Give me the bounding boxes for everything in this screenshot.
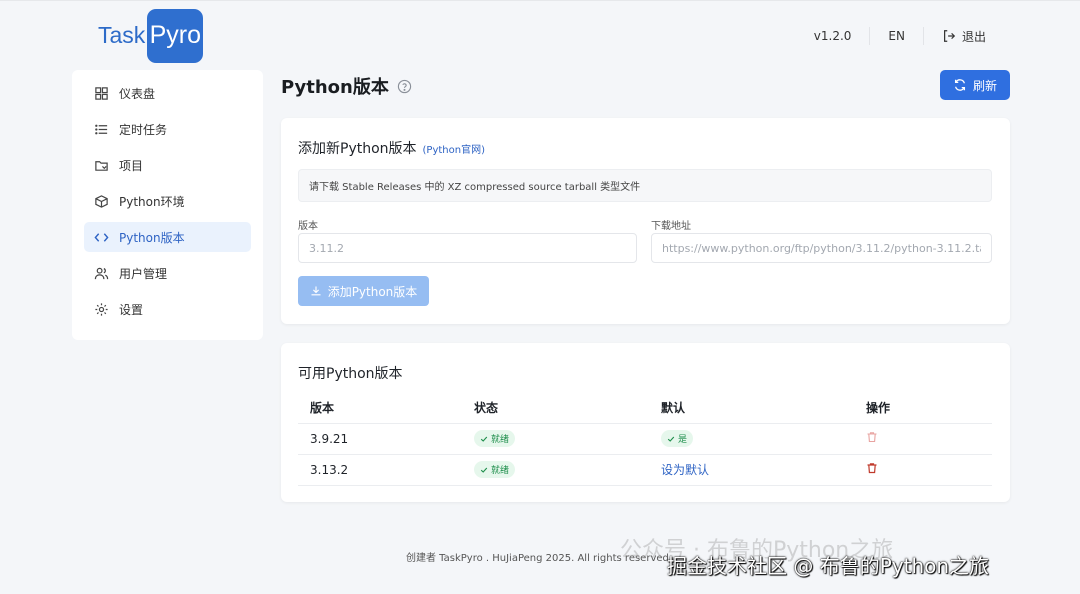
set-default-link[interactable]: 设为默认 bbox=[661, 463, 709, 477]
refresh-icon bbox=[954, 79, 966, 91]
version-cell: 3.9.21 bbox=[298, 423, 462, 455]
default-text: 是 bbox=[678, 435, 688, 445]
download-icon bbox=[311, 286, 321, 296]
app-logo[interactable]: Task Pyro bbox=[98, 8, 204, 63]
status-cell: 就绪 bbox=[462, 454, 649, 486]
status-badge: 就绪 bbox=[474, 430, 516, 447]
logout-icon bbox=[943, 30, 956, 42]
actions-cell bbox=[854, 423, 992, 455]
status-text: 就绪 bbox=[491, 435, 510, 445]
column-header-version: 版本 bbox=[298, 393, 462, 424]
available-versions-title: 可用Python版本 bbox=[298, 366, 403, 382]
sidebar-item-projects[interactable]: 项目 bbox=[84, 150, 251, 180]
check-icon bbox=[667, 436, 675, 442]
sidebar-item-label: 设置 bbox=[119, 302, 144, 317]
logo-text-task: Task bbox=[98, 22, 146, 48]
version-field-label: 版本 bbox=[298, 221, 318, 232]
python-official-link[interactable]: (Python官网) bbox=[423, 141, 485, 156]
check-icon bbox=[480, 467, 488, 473]
sidebar-item-label: Python版本 bbox=[119, 230, 185, 245]
sidebar-item-settings[interactable]: 设置 bbox=[84, 294, 251, 324]
refresh-label: 刷新 bbox=[972, 78, 997, 93]
logo-badge-pyro: Pyro bbox=[147, 8, 204, 63]
sidebar-item-python-env[interactable]: Python环境 bbox=[84, 186, 251, 216]
add-python-version-button[interactable]: 添加Python版本 bbox=[298, 276, 429, 306]
status-badge: 就绪 bbox=[474, 461, 516, 478]
url-field-label: 下载地址 bbox=[651, 221, 691, 232]
column-header-actions: 操作 bbox=[854, 393, 992, 424]
download-url-input[interactable] bbox=[651, 233, 992, 263]
header-actions: v1.2.0 EN 退出 bbox=[796, 26, 1004, 46]
code-icon bbox=[94, 232, 109, 242]
table-header-row: 版本 状态 默认 操作 bbox=[298, 393, 992, 424]
status-text: 就绪 bbox=[491, 466, 510, 476]
check-icon bbox=[480, 436, 488, 442]
top-border bbox=[0, 0, 1080, 1]
sidebar-item-label: 仪表盘 bbox=[119, 86, 156, 101]
watermark-text-overlay: 掘金技术社区 @ 布鲁的Python之旅 bbox=[667, 554, 990, 578]
list-icon bbox=[95, 124, 108, 134]
page-title-row: Python版本 bbox=[281, 73, 412, 99]
versions-table: 版本 状态 默认 操作 3.9.21 就绪 是 3.13.2 就绪 设为默认 bbox=[298, 393, 992, 486]
column-header-default: 默认 bbox=[649, 393, 854, 424]
trash-icon-disabled[interactable] bbox=[866, 431, 878, 443]
status-cell: 就绪 bbox=[462, 423, 649, 455]
logout-label: 退出 bbox=[961, 29, 986, 44]
refresh-button[interactable]: 刷新 bbox=[940, 70, 1010, 100]
page-title: Python版本 bbox=[281, 77, 389, 98]
default-badge: 是 bbox=[661, 430, 694, 447]
sidebar-item-label: 项目 bbox=[119, 158, 144, 173]
table-row: 3.13.2 就绪 设为默认 bbox=[298, 454, 992, 486]
sidebar-item-python-version[interactable]: Python版本 bbox=[84, 222, 251, 252]
trash-icon[interactable] bbox=[866, 462, 878, 474]
default-cell: 是 bbox=[649, 423, 854, 455]
add-version-card: 添加新Python版本 (Python官网) 请下载 Stable Releas… bbox=[281, 118, 1010, 324]
users-icon bbox=[94, 267, 109, 279]
folder-icon bbox=[95, 160, 108, 171]
sidebar-item-label: 定时任务 bbox=[119, 122, 168, 137]
download-notice: 请下载 Stable Releases 中的 XZ compressed sou… bbox=[298, 169, 992, 202]
sidebar-item-label: Python环境 bbox=[119, 194, 185, 209]
version-input[interactable] bbox=[298, 233, 637, 263]
sidebar-item-scheduled-tasks[interactable]: 定时任务 bbox=[84, 114, 251, 144]
dashboard-icon bbox=[95, 86, 108, 100]
sidebar: 仪表盘 定时任务 项目 Python环境 Python版本 用户管理 设置 bbox=[72, 70, 263, 340]
add-version-title-text: 添加新Python版本 bbox=[298, 141, 417, 157]
sidebar-item-label: 用户管理 bbox=[119, 266, 168, 281]
logout-button[interactable]: 退出 bbox=[924, 28, 1004, 45]
language-switch[interactable]: EN bbox=[870, 29, 923, 43]
gear-icon bbox=[95, 302, 108, 316]
table-row: 3.9.21 就绪 是 bbox=[298, 423, 992, 455]
cube-icon bbox=[95, 194, 108, 208]
add-version-title: 添加新Python版本 (Python官网) bbox=[298, 138, 485, 158]
sidebar-item-users[interactable]: 用户管理 bbox=[84, 258, 251, 288]
help-icon[interactable] bbox=[397, 79, 412, 94]
add-button-label: 添加Python版本 bbox=[327, 284, 418, 299]
column-header-status: 状态 bbox=[462, 393, 649, 424]
version-cell: 3.13.2 bbox=[298, 454, 462, 486]
default-cell: 设为默认 bbox=[649, 454, 854, 486]
available-versions-card: 可用Python版本 版本 状态 默认 操作 3.9.21 就绪 是 3.13.… bbox=[281, 343, 1010, 502]
version-label: v1.2.0 bbox=[813, 29, 852, 43]
sidebar-item-dashboard[interactable]: 仪表盘 bbox=[84, 78, 251, 108]
actions-cell bbox=[854, 454, 992, 486]
